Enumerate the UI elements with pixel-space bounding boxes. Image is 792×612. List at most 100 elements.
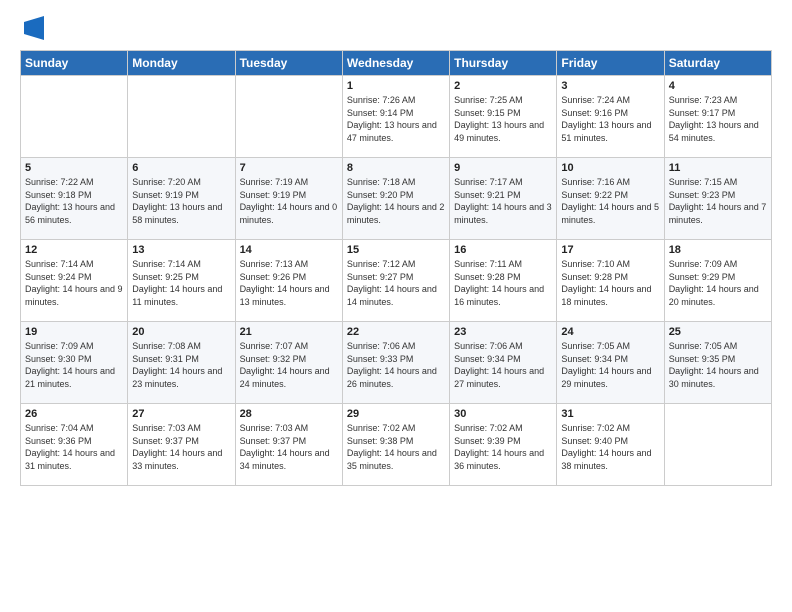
- calendar-cell: [664, 404, 771, 486]
- day-number: 2: [454, 80, 552, 92]
- calendar-cell: 9 Sunrise: 7:17 AMSunset: 9:21 PMDaylight…: [450, 158, 557, 240]
- day-info: Sunrise: 7:03 AMSunset: 9:37 PMDaylight:…: [240, 422, 338, 472]
- day-number: 17: [561, 244, 659, 256]
- calendar-week-2: 5 Sunrise: 7:22 AMSunset: 9:18 PMDaylight…: [21, 158, 772, 240]
- day-number: 7: [240, 162, 338, 174]
- weekday-row: SundayMondayTuesdayWednesdayThursdayFrid…: [21, 51, 772, 76]
- logo: [20, 16, 44, 40]
- calendar-cell: 3Sunrise: 7:24 AMSunset: 9:16 PMDaylight…: [557, 76, 664, 158]
- day-info: Sunrise: 7:22 AMSunset: 9:18 PMDaylight:…: [25, 176, 123, 226]
- calendar-week-5: 26Sunrise: 7:04 AMSunset: 9:36 PMDayligh…: [21, 404, 772, 486]
- calendar-cell: 30 Sunrise: 7:02 AMSunset: 9:39 PMDayligh…: [450, 404, 557, 486]
- day-info: Sunrise: 7:06 AMSunset: 9:33 PMDaylight:…: [347, 340, 445, 390]
- day-number: 16: [454, 244, 552, 256]
- day-info: Sunrise: 7:06 AMSunset: 9:34 PMDaylight:…: [454, 340, 552, 390]
- weekday-header-monday: Monday: [128, 51, 235, 76]
- day-number: 12: [25, 244, 123, 256]
- day-info: Sunrise: 7:02 AMSunset: 9:38 PMDaylight:…: [347, 422, 445, 472]
- calendar-cell: 16 Sunrise: 7:11 AMSunset: 9:28 PMDayligh…: [450, 240, 557, 322]
- day-number: 8: [347, 162, 445, 174]
- calendar-cell: 31 Sunrise: 7:02 AMSunset: 9:40 PMDayligh…: [557, 404, 664, 486]
- day-number: 24: [561, 326, 659, 338]
- day-number: 3: [561, 80, 659, 92]
- calendar-cell: 26Sunrise: 7:04 AMSunset: 9:36 PMDayligh…: [21, 404, 128, 486]
- weekday-header-friday: Friday: [557, 51, 664, 76]
- weekday-header-wednesday: Wednesday: [342, 51, 449, 76]
- day-number: 22: [347, 326, 445, 338]
- calendar-cell: 19 Sunrise: 7:09 AMSunset: 9:30 PMDayligh…: [21, 322, 128, 404]
- calendar-cell: 23 Sunrise: 7:06 AMSunset: 9:34 PMDayligh…: [450, 322, 557, 404]
- calendar-table: SundayMondayTuesdayWednesdayThursdayFrid…: [20, 50, 772, 486]
- calendar-cell: 29 Sunrise: 7:02 AMSunset: 9:38 PMDayligh…: [342, 404, 449, 486]
- calendar-cell: 18 Sunrise: 7:09 AMSunset: 9:29 PMDayligh…: [664, 240, 771, 322]
- day-number: 23: [454, 326, 552, 338]
- calendar-cell: [128, 76, 235, 158]
- day-number: 13: [132, 244, 230, 256]
- day-info: Sunrise: 7:16 AMSunset: 9:22 PMDaylight:…: [561, 176, 659, 226]
- weekday-header-sunday: Sunday: [21, 51, 128, 76]
- day-info: Sunrise: 7:13 AMSunset: 9:26 PMDaylight:…: [240, 258, 338, 308]
- day-number: 30: [454, 408, 552, 420]
- day-info: Sunrise: 7:20 AMSunset: 9:19 PMDaylight:…: [132, 176, 230, 226]
- calendar-cell: 10 Sunrise: 7:16 AMSunset: 9:22 PMDayligh…: [557, 158, 664, 240]
- calendar-week-4: 19 Sunrise: 7:09 AMSunset: 9:30 PMDayligh…: [21, 322, 772, 404]
- day-number: 21: [240, 326, 338, 338]
- day-info: Sunrise: 7:09 AMSunset: 9:30 PMDaylight:…: [25, 340, 123, 390]
- day-info: Sunrise: 7:08 AMSunset: 9:31 PMDaylight:…: [132, 340, 230, 390]
- calendar-cell: 12 Sunrise: 7:14 AMSunset: 9:24 PMDayligh…: [21, 240, 128, 322]
- weekday-header-saturday: Saturday: [664, 51, 771, 76]
- calendar-cell: 5 Sunrise: 7:22 AMSunset: 9:18 PMDaylight…: [21, 158, 128, 240]
- calendar-cell: 28 Sunrise: 7:03 AMSunset: 9:37 PMDayligh…: [235, 404, 342, 486]
- calendar-header: SundayMondayTuesdayWednesdayThursdayFrid…: [21, 51, 772, 76]
- day-info: Sunrise: 7:18 AMSunset: 9:20 PMDaylight:…: [347, 176, 445, 226]
- calendar-cell: 17Sunrise: 7:10 AMSunset: 9:28 PMDayligh…: [557, 240, 664, 322]
- day-number: 29: [347, 408, 445, 420]
- day-number: 26: [25, 408, 123, 420]
- day-info: Sunrise: 7:17 AMSunset: 9:21 PMDaylight:…: [454, 176, 552, 226]
- day-number: 5: [25, 162, 123, 174]
- calendar-cell: 27Sunrise: 7:03 AMSunset: 9:37 PMDayligh…: [128, 404, 235, 486]
- day-info: Sunrise: 7:25 AMSunset: 9:15 PMDaylight:…: [454, 94, 552, 144]
- header: [20, 16, 772, 40]
- calendar-cell: 14 Sunrise: 7:13 AMSunset: 9:26 PMDayligh…: [235, 240, 342, 322]
- day-info: Sunrise: 7:09 AMSunset: 9:29 PMDaylight:…: [669, 258, 767, 308]
- calendar-cell: 4Sunrise: 7:23 AMSunset: 9:17 PMDaylight…: [664, 76, 771, 158]
- day-info: Sunrise: 7:15 AMSunset: 9:23 PMDaylight:…: [669, 176, 767, 226]
- day-info: Sunrise: 7:12 AMSunset: 9:27 PMDaylight:…: [347, 258, 445, 308]
- day-number: 31: [561, 408, 659, 420]
- day-info: Sunrise: 7:02 AMSunset: 9:39 PMDaylight:…: [454, 422, 552, 472]
- day-info: Sunrise: 7:05 AMSunset: 9:34 PMDaylight:…: [561, 340, 659, 390]
- day-number: 18: [669, 244, 767, 256]
- day-number: 19: [25, 326, 123, 338]
- calendar-cell: [21, 76, 128, 158]
- day-number: 20: [132, 326, 230, 338]
- calendar-cell: 8 Sunrise: 7:18 AMSunset: 9:20 PMDaylight…: [342, 158, 449, 240]
- calendar-cell: 11Sunrise: 7:15 AMSunset: 9:23 PMDayligh…: [664, 158, 771, 240]
- day-info: Sunrise: 7:07 AMSunset: 9:32 PMDaylight:…: [240, 340, 338, 390]
- calendar-cell: 1 Sunrise: 7:26 AMSunset: 9:14 PMDaylight…: [342, 76, 449, 158]
- calendar-cell: 25 Sunrise: 7:05 AMSunset: 9:35 PMDayligh…: [664, 322, 771, 404]
- day-info: Sunrise: 7:11 AMSunset: 9:28 PMDaylight:…: [454, 258, 552, 308]
- day-number: 25: [669, 326, 767, 338]
- calendar-cell: 2 Sunrise: 7:25 AMSunset: 9:15 PMDaylight…: [450, 76, 557, 158]
- day-info: Sunrise: 7:19 AMSunset: 9:19 PMDaylight:…: [240, 176, 338, 226]
- calendar-cell: 7 Sunrise: 7:19 AMSunset: 9:19 PMDaylight…: [235, 158, 342, 240]
- calendar-cell: 15 Sunrise: 7:12 AMSunset: 9:27 PMDayligh…: [342, 240, 449, 322]
- day-number: 15: [347, 244, 445, 256]
- calendar-week-3: 12 Sunrise: 7:14 AMSunset: 9:24 PMDayligh…: [21, 240, 772, 322]
- day-info: Sunrise: 7:14 AMSunset: 9:24 PMDaylight:…: [25, 258, 123, 308]
- calendar-body: 1 Sunrise: 7:26 AMSunset: 9:14 PMDaylight…: [21, 76, 772, 486]
- calendar-cell: 22 Sunrise: 7:06 AMSunset: 9:33 PMDayligh…: [342, 322, 449, 404]
- day-number: 1: [347, 80, 445, 92]
- day-number: 14: [240, 244, 338, 256]
- calendar-cell: 24 Sunrise: 7:05 AMSunset: 9:34 PMDayligh…: [557, 322, 664, 404]
- day-info: Sunrise: 7:05 AMSunset: 9:35 PMDaylight:…: [669, 340, 767, 390]
- day-number: 10: [561, 162, 659, 174]
- day-info: Sunrise: 7:26 AMSunset: 9:14 PMDaylight:…: [347, 94, 445, 144]
- day-info: Sunrise: 7:02 AMSunset: 9:40 PMDaylight:…: [561, 422, 659, 472]
- day-number: 27: [132, 408, 230, 420]
- day-number: 9: [454, 162, 552, 174]
- weekday-header-tuesday: Tuesday: [235, 51, 342, 76]
- day-number: 6: [132, 162, 230, 174]
- day-number: 28: [240, 408, 338, 420]
